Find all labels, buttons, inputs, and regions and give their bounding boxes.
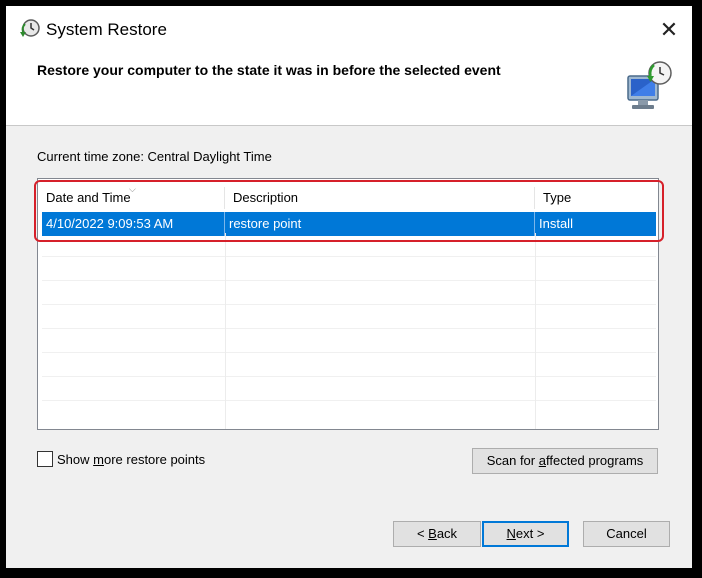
system-restore-icon — [18, 18, 42, 42]
title-bar: System Restore ✕ — [6, 6, 692, 50]
grid-line — [42, 352, 656, 353]
cancel-button[interactable]: Cancel — [583, 521, 670, 547]
grid-line — [225, 233, 226, 429]
system-restore-window: System Restore ✕ Restore your computer t… — [6, 6, 692, 568]
restore-computer-icon — [618, 56, 678, 116]
next-button[interactable]: Next > — [482, 521, 569, 547]
grid-line — [42, 280, 656, 281]
grid-line — [535, 233, 536, 429]
back-button[interactable]: < Back — [393, 521, 481, 547]
close-icon: ✕ — [659, 17, 679, 42]
page-heading: Restore your computer to the state it wa… — [37, 62, 501, 78]
grid-line — [42, 400, 656, 401]
grid-line — [42, 304, 656, 305]
grid-line — [42, 376, 656, 377]
checkbox-box[interactable] — [37, 451, 53, 467]
window-title: System Restore — [46, 20, 167, 39]
wizard-header: Restore your computer to the state it wa… — [6, 50, 692, 126]
close-button[interactable]: ✕ — [646, 10, 692, 50]
timezone-label: Current time zone: Central Daylight Time — [37, 149, 272, 164]
scan-affected-programs-button[interactable]: Scan for affected programs — [472, 448, 658, 474]
show-more-restore-points-label: Show more restore points — [57, 451, 206, 467]
show-more-restore-points-checkbox[interactable]: Show more restore points — [37, 450, 205, 468]
grid-line — [42, 328, 656, 329]
grid-line — [42, 256, 656, 257]
selection-highlight — [34, 180, 664, 242]
